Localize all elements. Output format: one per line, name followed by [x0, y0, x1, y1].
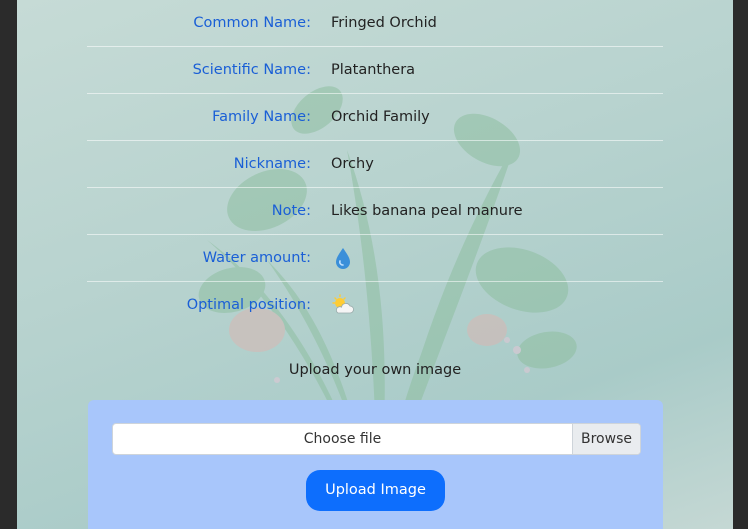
sun-behind-cloud-icon [332, 294, 354, 314]
common-name-label: Common Name: [193, 15, 311, 31]
scientific-name-value: Platanthera [331, 62, 416, 78]
file-input-placeholder[interactable]: Choose file [113, 424, 572, 454]
scientific-name-label: Scientific Name: [192, 62, 311, 78]
note-label: Note: [271, 203, 311, 219]
family-name-value: Orchid Family [331, 109, 430, 125]
plant-details-list: Common Name: Fringed Orchid Scientific N… [87, 0, 663, 328]
upload-image-button[interactable]: Upload Image [306, 470, 445, 511]
optimal-position-label: Optimal position: [186, 297, 311, 313]
detail-row-scientific-name: Scientific Name: Platanthera [87, 47, 663, 94]
file-input[interactable]: Choose file Browse [112, 423, 641, 455]
water-drop-icon [336, 248, 350, 269]
family-name-label: Family Name: [212, 109, 311, 125]
plant-detail-panel: Common Name: Fringed Orchid Scientific N… [17, 0, 733, 529]
nickname-label: Nickname: [233, 156, 311, 172]
detail-row-nickname: Nickname: Orchy [87, 141, 663, 188]
detail-row-water-amount: Water amount: [87, 235, 663, 282]
upload-form: Choose file Browse Upload Image [88, 400, 663, 529]
detail-row-optimal-position: Optimal position: [87, 282, 663, 328]
detail-row-note: Note: Likes banana peal manure [87, 188, 663, 235]
water-amount-label: Water amount: [202, 250, 311, 266]
nickname-value: Orchy [331, 156, 374, 172]
common-name-value: Fringed Orchid [331, 15, 437, 31]
upload-section-title: Upload your own image [288, 362, 462, 378]
note-value: Likes banana peal manure [331, 203, 523, 219]
detail-row-common-name: Common Name: Fringed Orchid [87, 0, 663, 47]
detail-row-family-name: Family Name: Orchid Family [87, 94, 663, 141]
browse-button[interactable]: Browse [572, 424, 640, 454]
